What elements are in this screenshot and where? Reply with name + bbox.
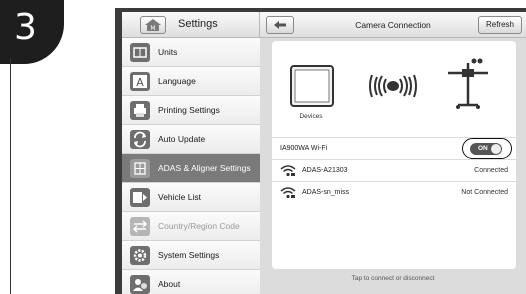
sidebar-item-label: Language (158, 76, 196, 86)
sidebar-item-label: System Settings (158, 250, 220, 260)
sidebar-item-label: Country/Region Code (158, 221, 240, 231)
manual-page: 3 M Settings Units A Language Printing S… (0, 0, 526, 294)
wifi-icon (280, 165, 296, 177)
sidebar-item-units[interactable]: Units (122, 38, 260, 67)
content-header: Camera Connection Refresh (260, 12, 526, 38)
wifi-icon (280, 187, 296, 199)
country-icon (130, 217, 150, 236)
svg-text:M: M (150, 25, 155, 32)
step-badge: 3 (0, 0, 64, 64)
sidebar-item-label: Printing Settings (158, 105, 220, 115)
sidebar-title: Settings (178, 18, 218, 30)
gear-icon (130, 246, 150, 265)
camera-stand-icon (448, 58, 488, 109)
network-status: Not Connected (461, 189, 508, 196)
settings-sidebar: Units A Language Printing Settings Auto … (122, 38, 260, 294)
sidebar-item-system[interactable]: System Settings (122, 241, 260, 270)
sidebar-item-vehicle-list[interactable]: Vehicle List (122, 183, 260, 212)
home-button[interactable]: M (140, 16, 166, 34)
refresh-button[interactable]: Refresh (478, 16, 522, 34)
wifi-label: IA900WA Wi-Fi (280, 145, 328, 152)
step-number: 3 (14, 7, 37, 48)
language-icon: A (130, 72, 150, 91)
sidebar-item-label: Vehicle List (158, 192, 201, 202)
network-name: ADAS-sn_miss (302, 189, 350, 196)
printer-icon (130, 101, 150, 120)
vehicle-list-icon (130, 188, 150, 207)
units-icon (130, 43, 150, 62)
sidebar-header: M Settings (122, 12, 260, 38)
camera-connection-panel: Devices IA900WA Wi-Fi ON ADAS-A21303 Con… (272, 41, 516, 269)
sidebar-item-label: Auto Update (158, 134, 206, 144)
network-status: Connected (474, 167, 508, 174)
sidebar-item-label: About (158, 279, 181, 289)
devices-label: Devices (299, 113, 323, 120)
sidebar-item-language[interactable]: A Language (122, 67, 260, 96)
sidebar-item-auto-update[interactable]: Auto Update (122, 125, 260, 154)
svg-text:A: A (136, 76, 144, 89)
sidebar-item-about[interactable]: About (122, 270, 260, 294)
highlight-circle (462, 138, 512, 159)
margin-line (10, 58, 11, 294)
devices-diagram: Devices (272, 41, 516, 137)
sidebar-item-printing[interactable]: Printing Settings (122, 96, 260, 125)
wifi-signal-icon (369, 74, 417, 98)
auto-update-icon (130, 130, 150, 149)
sidebar-item-label: Units (158, 47, 178, 57)
adas-icon (130, 159, 150, 178)
network-name: ADAS-A21303 (302, 167, 348, 174)
network-row[interactable]: ADAS-A21303 Connected (272, 159, 516, 181)
network-row[interactable]: ADAS-sn_miss Not Connected (272, 181, 516, 203)
sidebar-item-country[interactable]: Country/Region Code (122, 212, 260, 241)
connection-hint: Tap to connect or disconnect (351, 275, 435, 282)
sidebar-item-adas[interactable]: ADAS & Aligner Settings (122, 154, 260, 183)
home-icon: M (145, 19, 161, 32)
sidebar-item-label: ADAS & Aligner Settings (158, 163, 251, 173)
wifi-toggle-row: IA900WA Wi-Fi ON (272, 137, 516, 159)
tablet-device-icon (290, 65, 334, 107)
about-icon (130, 275, 150, 294)
